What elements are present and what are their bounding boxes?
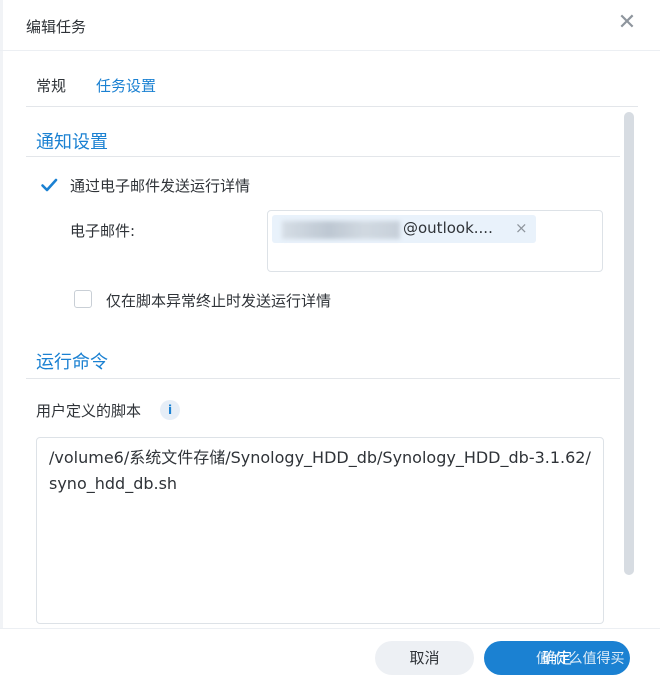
tab-general[interactable]: 常规	[36, 75, 66, 96]
email-tag-text: @outlook....	[403, 219, 493, 237]
only-on-error-label: 仅在脚本异常终止时发送运行详情	[106, 292, 332, 310]
info-icon[interactable]: i	[160, 400, 180, 420]
tab-task-settings[interactable]: 任务设置	[96, 75, 156, 96]
send-email-label: 通过电子邮件发送运行详情	[70, 177, 251, 195]
script-textarea[interactable]: /volume6/系统文件存储/Synology_HDD_db/Synology…	[36, 437, 604, 624]
close-icon[interactable]: ✕	[614, 10, 640, 36]
watermark: 值 什么值得买	[536, 651, 625, 667]
scrollbar-thumb[interactable]	[624, 112, 634, 575]
background-window-edge	[0, 0, 3, 682]
remove-email-icon[interactable]: ×	[515, 219, 528, 237]
section-divider	[26, 156, 620, 157]
dialog-titlebar: 编辑任务 ✕	[0, 0, 660, 51]
redacted-email-prefix	[282, 221, 400, 239]
dialog-title: 编辑任务	[26, 18, 87, 36]
script-label: 用户定义的脚本	[36, 402, 142, 420]
section-divider	[26, 378, 620, 379]
email-field[interactable]: @outlook.... ×	[267, 210, 603, 272]
dialog-content: 通知设置 通过电子邮件发送运行详情 电子邮件: @outlook.... × 仅…	[26, 108, 620, 628]
only-on-error-checkbox[interactable]	[74, 290, 92, 308]
send-email-checkbox[interactable]	[40, 176, 58, 194]
email-label: 电子邮件:	[70, 222, 136, 240]
cancel-button[interactable]: 取消	[375, 641, 474, 675]
email-tag: @outlook.... ×	[272, 215, 536, 243]
tab-bar: 常规 任务设置	[26, 72, 638, 107]
notification-section-title: 通知设置	[36, 132, 108, 153]
run-command-section-title: 运行命令	[36, 352, 108, 373]
checkmark-icon	[41, 178, 58, 192]
